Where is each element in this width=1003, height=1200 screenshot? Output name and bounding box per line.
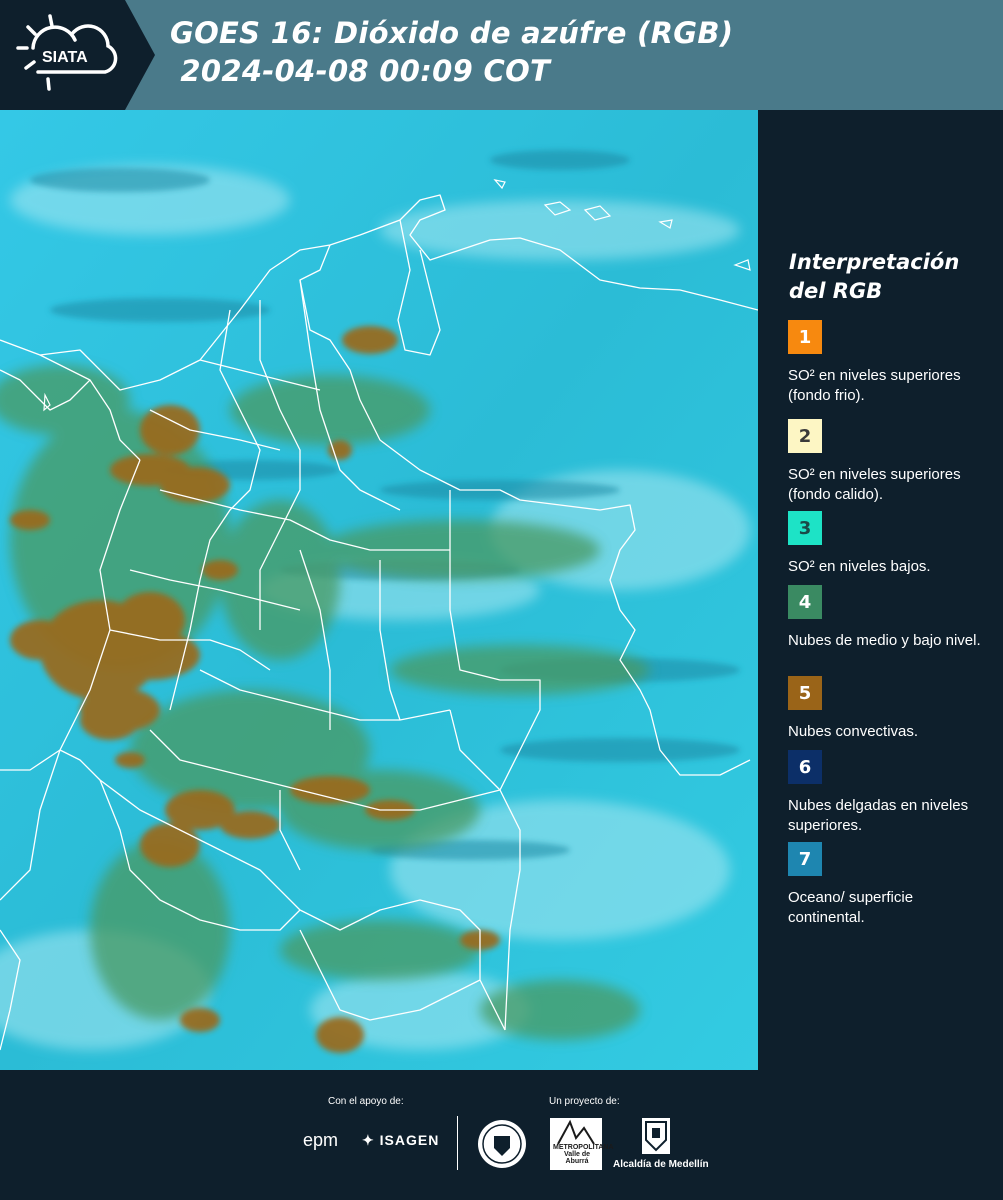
footer-divider [457,1116,458,1170]
legend-item-4: 4 Nubes de medio y bajo nivel. [788,585,993,651]
legend-label-2: SO² en niveles superiores (fondo calido)… [788,466,961,503]
satellite-map[interactable] [0,110,758,1070]
legend-label-6: Nubes delgadas en niveles superiores. [788,797,969,834]
legend-label-3: SO² en niveles bajos. [788,558,931,575]
support-label: Con el apoyo de: [328,1096,404,1107]
legend-label-5: Nubes convectivas. [788,723,919,740]
legend-swatch-4: 4 [788,585,822,619]
alcaldia-text: Alcaldía de Medellín [613,1159,709,1170]
legend-label-7: Oceano/ superficie continental. [788,889,914,926]
footer: Con el apoyo de: Un proyecto de: epm ✦ I… [0,1070,1003,1200]
title-line-datetime: 2024-04-08 00:09 COT [170,54,551,88]
siata-logo: SIATA [0,0,155,110]
legend-label-1: SO² en niveles superiores (fondo frio). [788,367,961,404]
legend-item-7: 7 Oceano/ superficie continental. [788,842,993,928]
title-line-product: GOES 16: Dióxido de azúfre (RGB) [170,16,734,50]
legend-swatch-3: 3 [788,511,822,545]
isagen-star-icon: ✦ [362,1132,375,1148]
project-label: Un proyecto de: [549,1096,620,1107]
page-title: GOES 16: Dióxido de azúfre (RGB) 2024-04… [170,14,733,90]
siata-logo-text: SIATA [42,49,88,66]
legend-panel: Interpretación del RGB 1 SO² en niveles … [758,110,1003,1070]
header-bar: SIATA GOES 16: Dióxido de azúfre (RGB) 2… [0,0,1003,110]
legend-item-6: 6 Nubes delgadas en niveles superiores. [788,750,993,836]
legend-item-2: 2 SO² en niveles superiores (fondo calid… [788,419,993,505]
legend-item-5: 5 Nubes convectivas. [788,676,993,742]
epm-logo: epm [303,1130,339,1150]
legend-item-3: 3 SO² en niveles bajos. [788,511,993,577]
legend-title: Interpretación del RGB [789,250,960,303]
medellin-seal-icon [476,1118,528,1174]
legend-swatch-1: 1 [788,320,822,354]
area-metropolitana-text: METROPOLITANA Valle de Aburrá [553,1144,614,1165]
legend-label-4: Nubes de medio y bajo nivel. [788,632,981,649]
isagen-logo-text: ISAGEN [379,1132,440,1148]
legend-swatch-7: 7 [788,842,822,876]
legend-swatch-5: 5 [788,676,822,710]
alcaldia-crest-icon [642,1118,670,1154]
legend-item-1: 1 SO² en niveles superiores (fondo frio)… [788,320,993,406]
isagen-logo: ✦ ISAGEN [362,1132,439,1149]
legend-swatch-2: 2 [788,419,822,453]
legend-swatch-6: 6 [788,750,822,784]
